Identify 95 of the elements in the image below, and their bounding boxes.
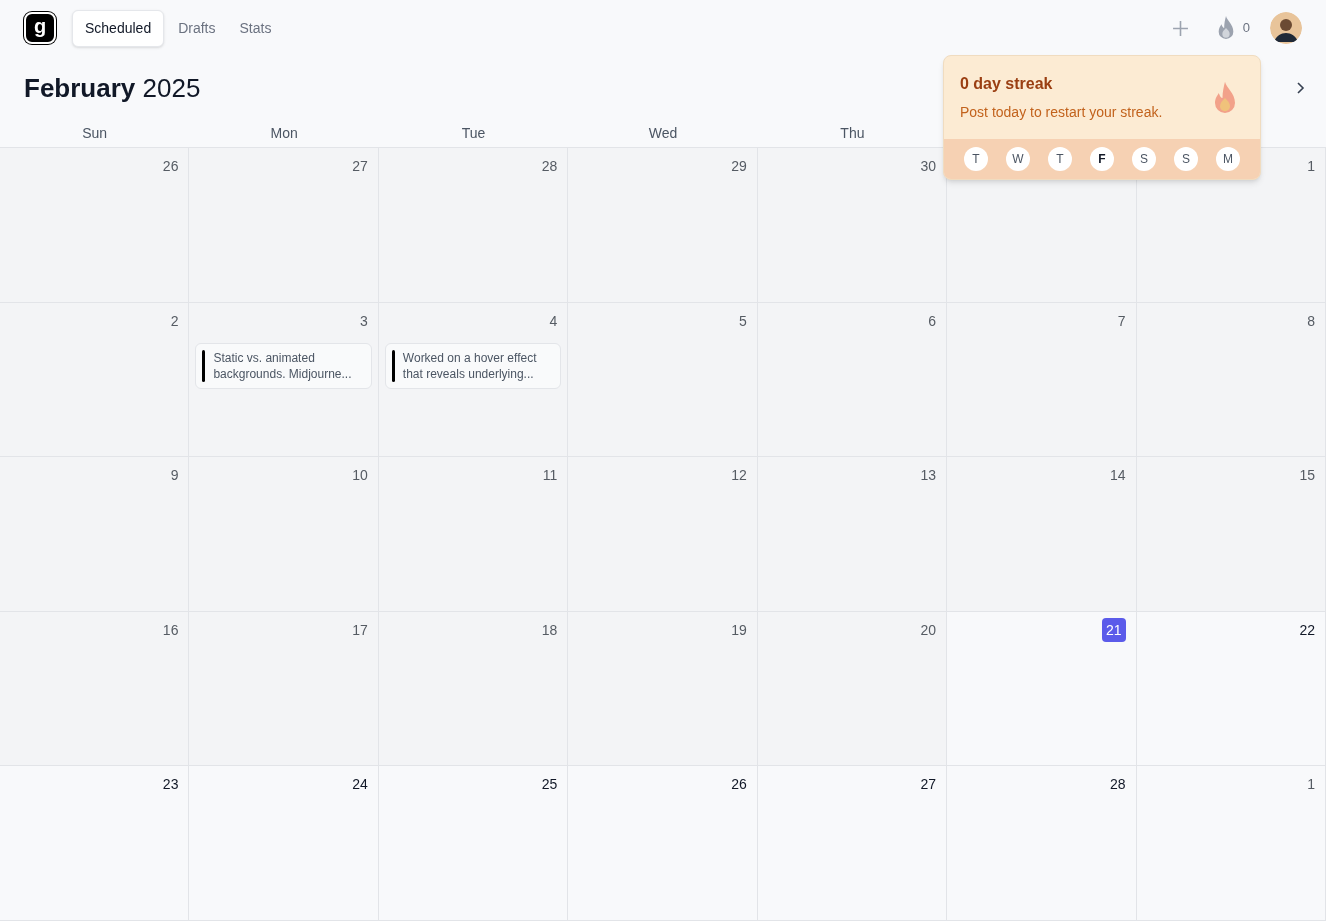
date-number: 28 (541, 157, 558, 176)
date-number: 9 (170, 466, 179, 486)
day-cell[interactable]: 12 (568, 457, 758, 612)
date-number: 17 (352, 620, 368, 640)
date-number: 1 (1307, 775, 1315, 795)
day-cell[interactable]: 26 (568, 766, 758, 921)
post-marker (202, 349, 206, 382)
date-number: 2 (170, 311, 179, 331)
avatar[interactable] (1270, 12, 1302, 44)
date-number: 13 (920, 466, 937, 486)
weekday-label: Mon (270, 124, 298, 143)
streak-title: 0 day streak (960, 74, 1054, 94)
date-number: 1 (1307, 157, 1315, 176)
date-number: 4 (549, 311, 558, 331)
day-cell[interactable]: 7 (947, 302, 1137, 458)
date-number: 7 (1117, 311, 1126, 331)
date-number: 16 (162, 620, 179, 640)
date-number: 29 (731, 157, 747, 176)
day-cell[interactable]: 26 (0, 148, 190, 303)
nav-tab[interactable]: Stats (229, 9, 282, 47)
day-cell[interactable]: 2 (0, 302, 190, 458)
weekday-label: Wed (648, 124, 678, 143)
day-cell[interactable]: 1 (1136, 766, 1326, 921)
day-cell[interactable]: 27 (189, 148, 379, 303)
date-number: 6 (928, 311, 937, 331)
streak-day: M (1216, 147, 1240, 171)
post-card[interactable]: Worked on a hover effect that reveals underlying... (384, 342, 562, 389)
nav-tab[interactable]: Drafts (168, 9, 226, 47)
date-number: 28 (1110, 775, 1126, 795)
day-cell[interactable]: 6 (757, 302, 948, 458)
post-marker (391, 349, 395, 382)
date-number: 5 (738, 311, 747, 331)
weekday-label: Sun (82, 124, 108, 143)
streak-day: S (1132, 147, 1156, 171)
day-cell[interactable]: 3 Static vs. animated backgrounds. Midjourne... (189, 302, 379, 458)
day-cell[interactable]: 4 Worked on a hover effect that reveals underlying... (378, 302, 569, 458)
day-cell[interactable]: 28 (378, 148, 569, 303)
today-date: 21 (1102, 617, 1126, 642)
post-card[interactable]: Static vs. animated backgrounds. Midjourne... (195, 342, 372, 389)
day-cell[interactable]: 30 (757, 148, 948, 303)
day-cell[interactable]: 29 (568, 148, 758, 303)
day-cell[interactable]: 27 (757, 766, 948, 921)
date-number: 27 (920, 775, 937, 795)
weekday-label: Tue (461, 124, 486, 143)
date-number: 11 (542, 466, 558, 486)
date-number: 14 (1110, 466, 1126, 486)
date-number: 27 (352, 157, 368, 176)
day-cell[interactable]: 19 (568, 611, 758, 767)
date-number: 8 (1307, 311, 1315, 331)
day-cell[interactable]: 17 (189, 611, 379, 767)
date-number: 23 (162, 775, 179, 795)
date-number: 18 (541, 620, 558, 640)
day-cell[interactable]: 9 (0, 457, 190, 612)
day-cell[interactable]: 5 (568, 302, 758, 458)
date-number: 15 (1299, 466, 1315, 486)
day-cell[interactable]: 24 (189, 766, 379, 921)
date-number: 10 (352, 466, 368, 486)
day-cell[interactable]: 25 (378, 766, 569, 921)
day-cell[interactable]: 23 (0, 766, 190, 921)
day-cell[interactable]: 11 (378, 457, 569, 612)
day-cell[interactable]: 15 (1136, 457, 1326, 612)
streak-day: T (964, 147, 988, 171)
day-cell[interactable]: 8 (1136, 302, 1326, 458)
app-logo[interactable]: g (24, 12, 56, 44)
month-title: February (24, 72, 136, 103)
post-preview: Worked on a hover effect that reveals underlying... (402, 349, 538, 382)
date-number: 3 (360, 311, 368, 331)
day-cell[interactable]: 14 (947, 457, 1137, 612)
streak-message: Post today to restart your streak. (960, 103, 1163, 122)
date-number: 22 (1299, 620, 1315, 640)
streak-day: S (1174, 147, 1198, 171)
streak-count: 0 (1242, 19, 1250, 38)
date-number: 20 (920, 620, 937, 640)
day-cell[interactable]: 20 (757, 611, 948, 767)
date-number: 19 (731, 620, 747, 640)
day-cell[interactable]: 28 (947, 766, 1137, 921)
date-number: 26 (731, 775, 747, 795)
post-preview: Static vs. animated backgrounds. Midjourne... (213, 349, 353, 382)
streak-day: T (1048, 147, 1072, 171)
day-cell[interactable]: 21 (947, 611, 1137, 767)
date-number: 30 (920, 157, 937, 176)
nav-tab[interactable]: Scheduled (72, 9, 165, 47)
day-cell[interactable]: 18 (378, 611, 569, 767)
day-cell[interactable]: 16 (0, 611, 190, 767)
date-number: 25 (541, 775, 558, 795)
weekday-label: Thu (840, 124, 865, 143)
date-number: 26 (162, 157, 179, 176)
day-cell[interactable]: 22 (1136, 611, 1326, 767)
streak-day: F (1090, 147, 1114, 171)
day-cell[interactable]: 10 (189, 457, 379, 612)
year-title: 2025 (142, 72, 201, 103)
date-number: 12 (731, 466, 747, 486)
date-number: 24 (352, 775, 368, 795)
day-cell[interactable]: 13 (757, 457, 948, 612)
streak-day: W (1006, 147, 1030, 171)
